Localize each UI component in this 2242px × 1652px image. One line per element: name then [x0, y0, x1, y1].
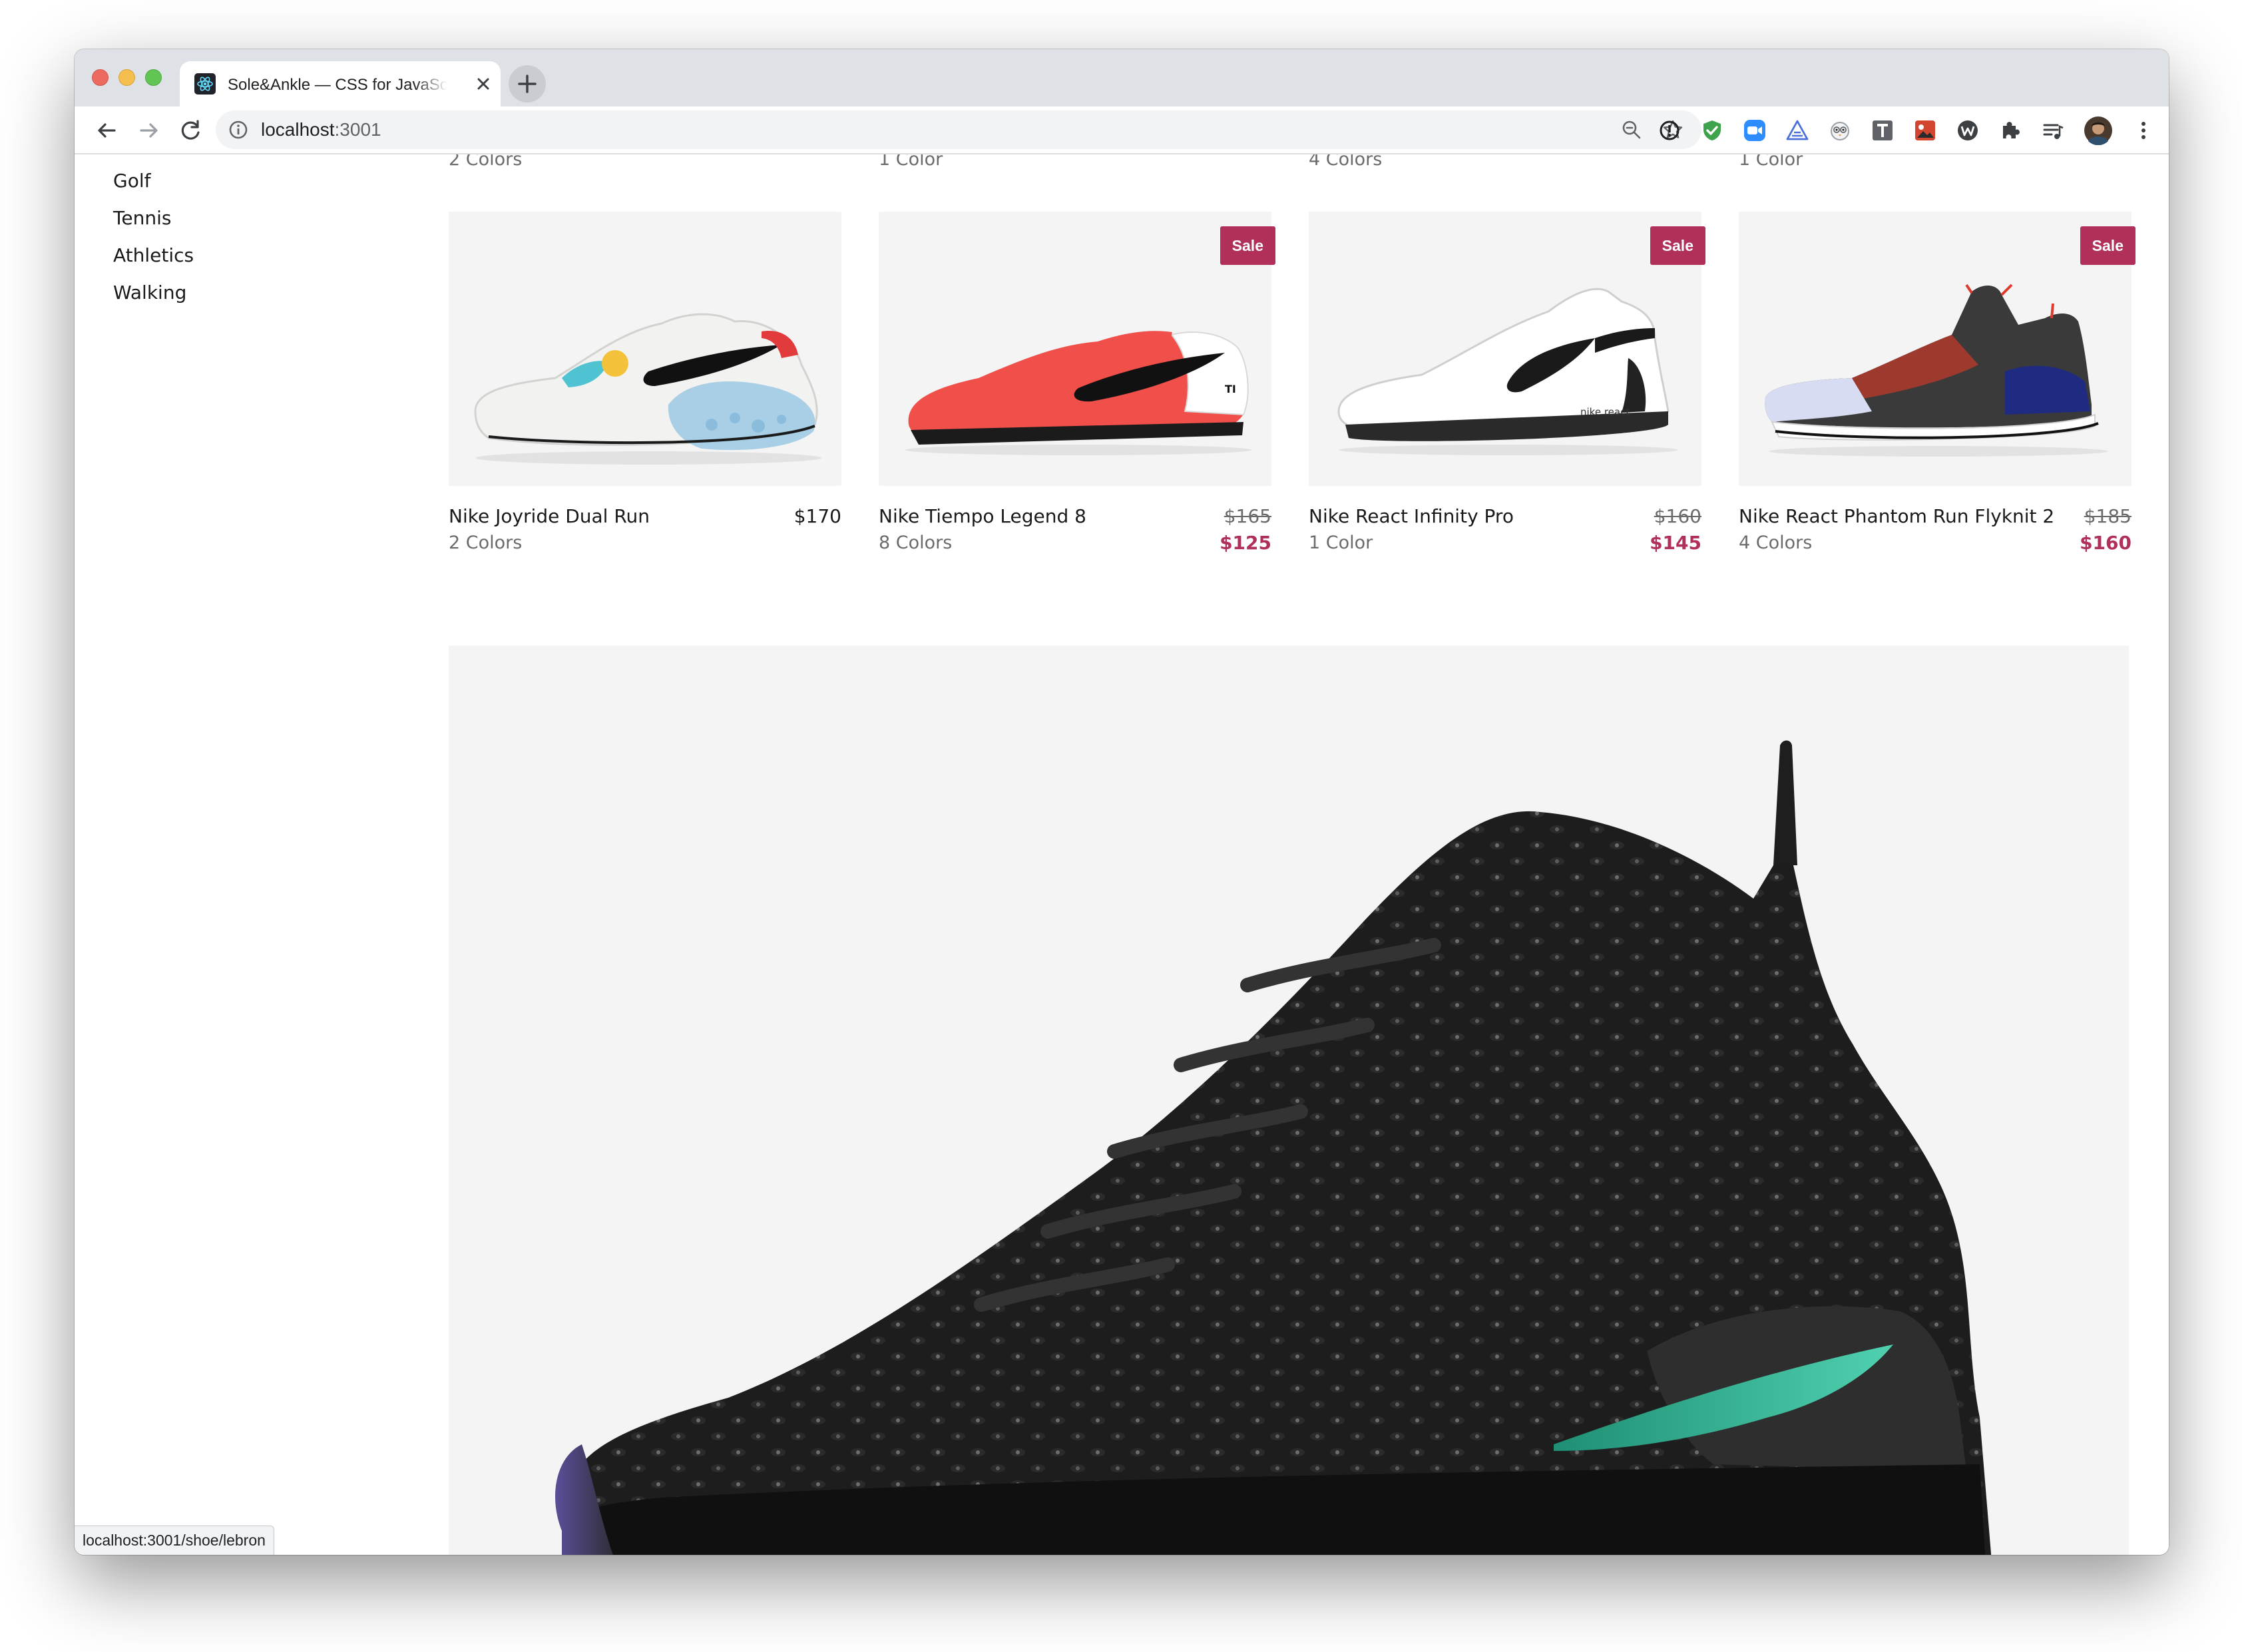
product-image: [1739, 212, 2131, 486]
new-tab-button[interactable]: [509, 65, 546, 103]
product-card-tiempo[interactable]: TI Sale Nike Tiempo Legend 8 8 Colors $1…: [879, 212, 1275, 558]
sale-badge: Sale: [1650, 226, 1705, 265]
product-image: nike react: [1309, 212, 1701, 486]
browser-tab[interactable]: Sole&Ankle — CSS for JavaScript Develope…: [180, 61, 501, 106]
product-sale-price: $125: [1220, 532, 1271, 554]
url-port: :3001: [334, 119, 381, 140]
zoom-camera-icon[interactable]: [1743, 118, 1767, 142]
product-colors: 2 Colors: [449, 532, 523, 553]
product-colors: 4 Colors: [1739, 532, 1813, 553]
shoe-image: nike react: [1337, 288, 1678, 455]
tab-title: Sole&Ankle — CSS for JavaScript Develope…: [228, 76, 447, 94]
info-circle-icon[interactable]: [1658, 118, 1682, 142]
playlist-icon[interactable]: [2041, 118, 2065, 142]
product-sale-price: $145: [1650, 532, 1701, 554]
browser-toolbar: localhost:3001: [75, 106, 2169, 154]
page-viewport: Golf Tennis Athletics Walking 2 Colors 1…: [75, 154, 2169, 1555]
shoe-image: [555, 740, 1992, 1555]
product-name: Nike Tiempo Legend 8: [879, 505, 1086, 527]
product-card-lebron[interactable]: [449, 646, 2129, 1555]
minimize-window-button[interactable]: [118, 69, 135, 86]
previous-card-colors: 1 Color: [879, 154, 943, 170]
profile-avatar[interactable]: [2084, 116, 2113, 145]
sale-badge: Sale: [2080, 226, 2135, 265]
sidebar-link-athletics[interactable]: Athletics: [113, 244, 194, 268]
plus-icon: [518, 75, 537, 93]
sale-badge: Sale: [1220, 226, 1275, 265]
back-arrow-icon[interactable]: [92, 116, 121, 145]
product-original-price: $160: [1654, 505, 1701, 527]
close-icon[interactable]: [471, 72, 495, 96]
status-url-bubble: localhost:3001/shoe/lebron: [75, 1526, 274, 1555]
product-card-react-phantom-run[interactable]: Sale Nike React Phantom Run Flyknit 2 4 …: [1739, 212, 2135, 558]
product-colors: 8 Colors: [879, 532, 953, 553]
reload-icon[interactable]: [176, 116, 205, 145]
t-box-icon[interactable]: [1871, 118, 1895, 142]
product-original-price: $165: [1224, 505, 1271, 527]
w-circle-icon[interactable]: [1956, 118, 1980, 142]
address-bar[interactable]: localhost:3001: [216, 110, 1701, 149]
product-colors: 1 Color: [1309, 532, 1373, 553]
more-vert-icon[interactable]: [2131, 118, 2155, 142]
product-card-joyride[interactable]: Nike Joyride Dual Run 2 Colors $170: [449, 212, 841, 558]
sidebar-link-golf[interactable]: Golf: [113, 169, 150, 193]
url-host: localhost: [261, 119, 335, 140]
product-image: [449, 212, 841, 486]
zoom-out-icon[interactable]: [1620, 118, 1643, 141]
svg-text:TI: TI: [1225, 383, 1236, 395]
url-text: localhost:3001: [261, 118, 381, 141]
product-price: $170: [793, 505, 841, 527]
product-name: Nike React Infinity Pro: [1309, 505, 1514, 527]
tab-strip: Sole&Ankle — CSS for JavaScript Develope…: [75, 49, 2169, 106]
product-image: TI: [879, 212, 1271, 486]
puzzle-icon[interactable]: [1998, 118, 2022, 142]
sidebar-link-walking[interactable]: Walking: [113, 281, 186, 305]
product-card-react-infinity-pro[interactable]: nike react Sale Nike React Infinity Pro …: [1309, 212, 1705, 558]
maximize-window-button[interactable]: [145, 69, 162, 86]
shield-check-icon[interactable]: [1700, 118, 1724, 142]
previous-card-colors: 4 Colors: [1309, 154, 1383, 170]
image-extension-icon[interactable]: [1913, 118, 1937, 142]
close-window-button[interactable]: [92, 69, 109, 86]
product-name: Nike Joyride Dual Run: [449, 505, 650, 527]
previous-card-colors: 2 Colors: [449, 154, 523, 170]
product-original-price: $185: [2084, 505, 2131, 527]
previous-card-colors: 1 Color: [1739, 154, 1803, 170]
owl-icon[interactable]: [1828, 118, 1852, 142]
info-icon[interactable]: [228, 119, 249, 140]
shoe-image: TI: [905, 331, 1251, 455]
triangle-warning-icon[interactable]: [1785, 118, 1809, 142]
shoe-image: [1765, 284, 2108, 457]
svg-text:nike react: nike react: [1580, 406, 1630, 418]
browser-window: Sole&Ankle — CSS for JavaScript Develope…: [75, 49, 2169, 1555]
react-atom-icon: [194, 73, 216, 95]
product-name: Nike React Phantom Run Flyknit 2: [1739, 505, 2055, 527]
sidebar-link-tennis[interactable]: Tennis: [113, 206, 171, 230]
shoe-image: [474, 313, 821, 465]
forward-arrow-icon[interactable]: [134, 116, 164, 145]
product-sale-price: $160: [2080, 532, 2131, 554]
